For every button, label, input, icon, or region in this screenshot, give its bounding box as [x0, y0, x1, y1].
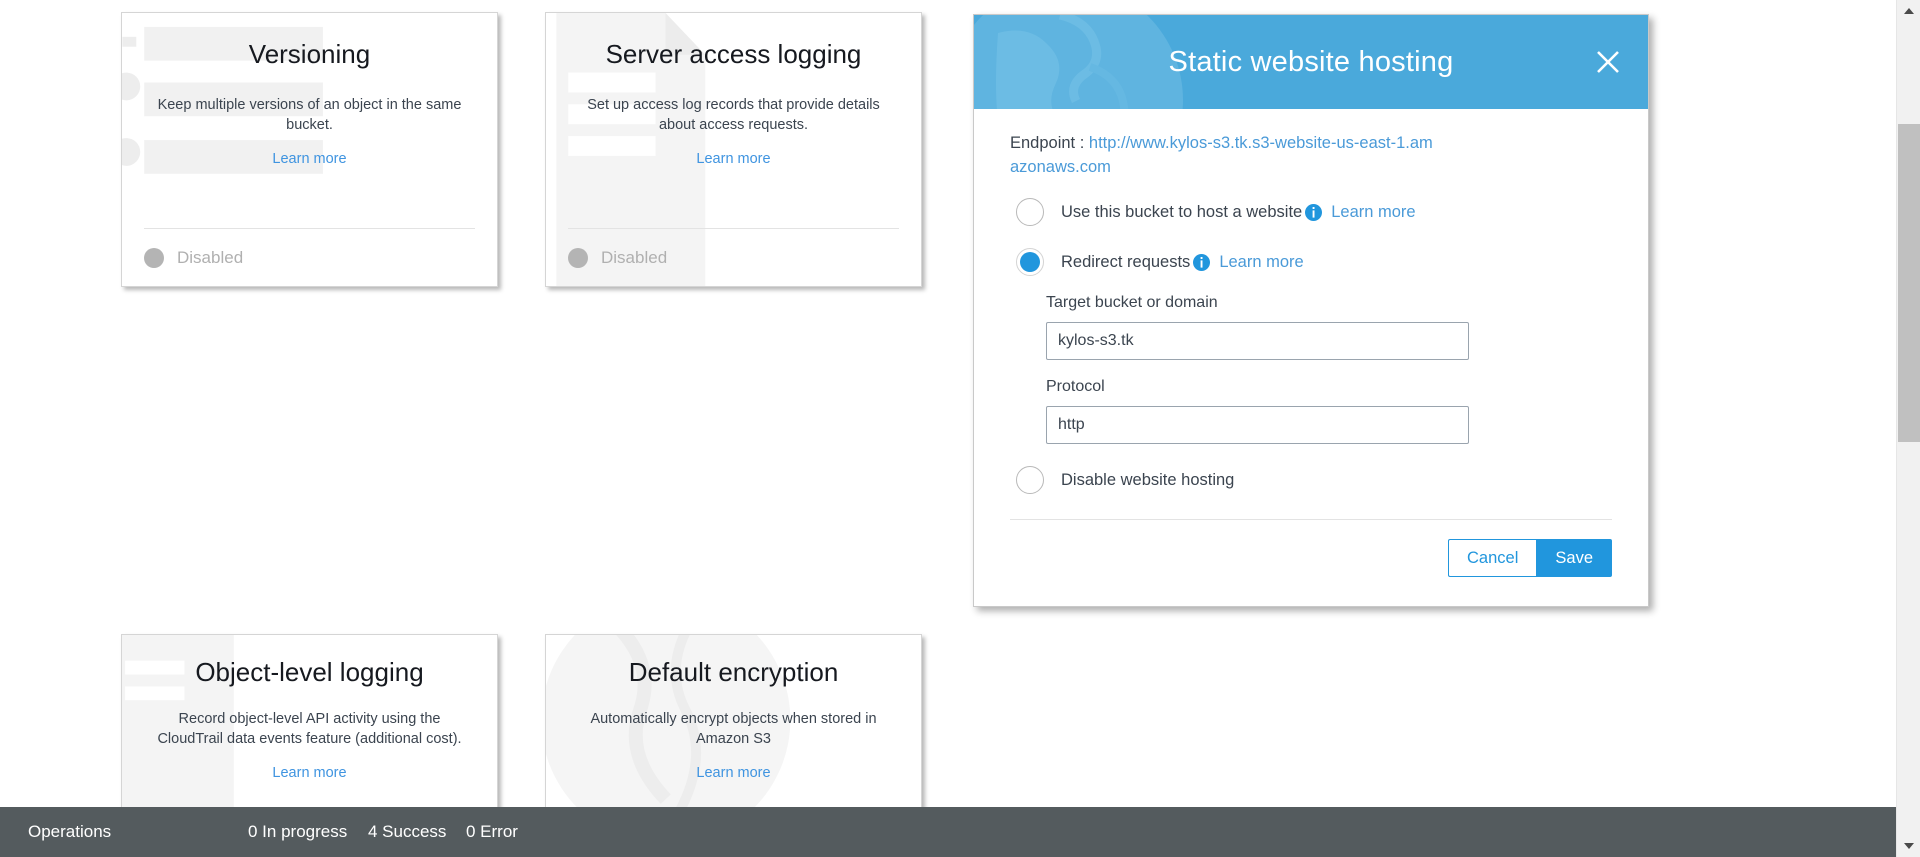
divider [1010, 519, 1612, 520]
in-progress-count: 0 In progress [248, 822, 348, 841]
card-title: Server access logging [605, 39, 862, 69]
endpoint-row: Endpoint : http://www.kylos-s3.tk.s3-web… [1010, 131, 1440, 179]
learn-more-link[interactable]: Learn more [696, 151, 770, 167]
radio-use-bucket-host-website[interactable] [1016, 198, 1044, 227]
info-icon[interactable] [1305, 203, 1323, 221]
card-description: Automatically encrypt objects when store… [590, 711, 877, 747]
card-versioning[interactable]: Versioning Keep multiple versions of an … [121, 12, 498, 287]
field-label: Protocol [1046, 378, 1105, 396]
status-label: Disabled [177, 247, 244, 267]
vertical-scrollbar[interactable] [1896, 0, 1920, 857]
card-server-access-logging[interactable]: Server access logging Set up access log … [545, 12, 922, 287]
status-dot-icon [568, 247, 588, 268]
card-default-encryption[interactable]: Default encryption Automatically encrypt… [545, 634, 922, 809]
field-label: Target bucket or domain [1046, 294, 1218, 312]
dialog-body: Endpoint : http://www.kylos-s3.tk.s3-web… [974, 109, 1648, 606]
option-use-bucket-host-website[interactable]: Use this bucket to host a website Learn … [1010, 198, 1612, 227]
option-redirect-requests[interactable]: Redirect requests Learn more [1010, 248, 1612, 277]
radio-disable-website-hosting[interactable] [1016, 466, 1044, 495]
card-status: Disabled [568, 228, 899, 286]
card-description: Record object-level API activity using t… [157, 711, 462, 747]
chevron-down-icon[interactable] [1897, 835, 1920, 857]
field-target-bucket-or-domain: Target bucket or domain Protocol [1010, 294, 1612, 462]
radio-redirect-requests[interactable] [1016, 248, 1044, 277]
error-count: 0 Error [466, 822, 518, 841]
card-description: Set up access log records that provide d… [587, 97, 880, 133]
info-icon[interactable] [1193, 253, 1211, 271]
learn-more-link[interactable]: Learn more [272, 765, 346, 781]
operations-status-bar: Operations 0 In progress 4 Success 0 Err… [0, 807, 1896, 857]
option-disable-website-hosting[interactable]: Disable website hosting [1010, 466, 1612, 495]
card-title: Versioning [248, 39, 371, 69]
learn-more-link[interactable]: Learn more [696, 765, 770, 781]
s3-bucket-properties-page: Versioning Keep multiple versions of an … [0, 0, 1920, 857]
close-icon[interactable] [1590, 44, 1626, 80]
card-title: Default encryption [628, 657, 839, 687]
option-label: Redirect requests [1061, 252, 1191, 271]
protocol-input[interactable] [1046, 406, 1469, 445]
endpoint-label: Endpoint : [1010, 134, 1085, 152]
card-status: Disabled [144, 228, 475, 286]
card-object-level-logging[interactable]: Object-level logging Record object-level… [121, 634, 498, 809]
card-title: Object-level logging [195, 657, 424, 687]
learn-more-link[interactable]: Learn more [272, 151, 346, 167]
option-label: Disable website hosting [1061, 470, 1235, 489]
dialog-title: Static website hosting [1168, 45, 1454, 78]
static-website-hosting-dialog: Static website hosting Endpoint : http:/… [973, 14, 1649, 607]
chevron-up-icon[interactable] [1897, 0, 1920, 22]
operations-label: Operations [28, 822, 112, 841]
learn-more-link[interactable]: Learn more [1219, 253, 1303, 272]
success-count: 4 Success [368, 822, 447, 841]
status-dot-icon [144, 247, 164, 268]
target-bucket-or-domain-input[interactable] [1046, 322, 1469, 361]
status-label: Disabled [601, 247, 668, 267]
option-label: Use this bucket to host a website [1061, 202, 1303, 221]
save-button[interactable]: Save [1536, 539, 1612, 577]
dialog-header: Static website hosting [974, 15, 1648, 109]
dialog-actions: Cancel Save [1448, 539, 1612, 577]
learn-more-link[interactable]: Learn more [1331, 203, 1415, 222]
scrollbar-thumb[interactable] [1898, 124, 1920, 442]
card-description: Keep multiple versions of an object in t… [157, 97, 462, 133]
globe-icon [974, 15, 1183, 109]
cancel-button[interactable]: Cancel [1448, 539, 1537, 577]
